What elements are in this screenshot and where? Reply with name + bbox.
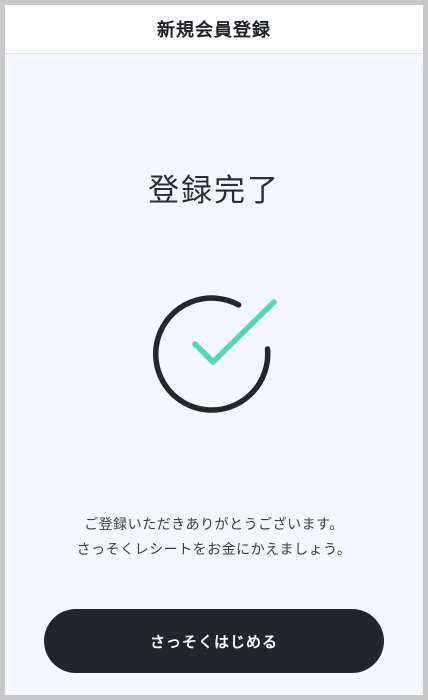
- circle-arc: [152, 295, 271, 413]
- completion-heading: 登録完了: [148, 173, 280, 209]
- start-button[interactable]: さっそくはじめる: [44, 609, 384, 673]
- circle-check-icon: [145, 289, 285, 419]
- message-line-1: ご登録いただきありがとうございます。: [84, 517, 344, 533]
- message-line-2: さっそくレシートをお金にかえましょう。: [76, 542, 352, 558]
- header-bar: 新規会員登録: [5, 5, 423, 54]
- completion-message: ご登録いただきありがとうございます。 さっそくレシートをお金にかえましょう。: [5, 513, 423, 563]
- check-mark: [192, 299, 277, 365]
- app-screen: 新規会員登録 登録完了 ご登録いただきありがとうございます。 さっそくレシートを…: [5, 5, 423, 695]
- page-title: 新規会員登録: [157, 20, 271, 41]
